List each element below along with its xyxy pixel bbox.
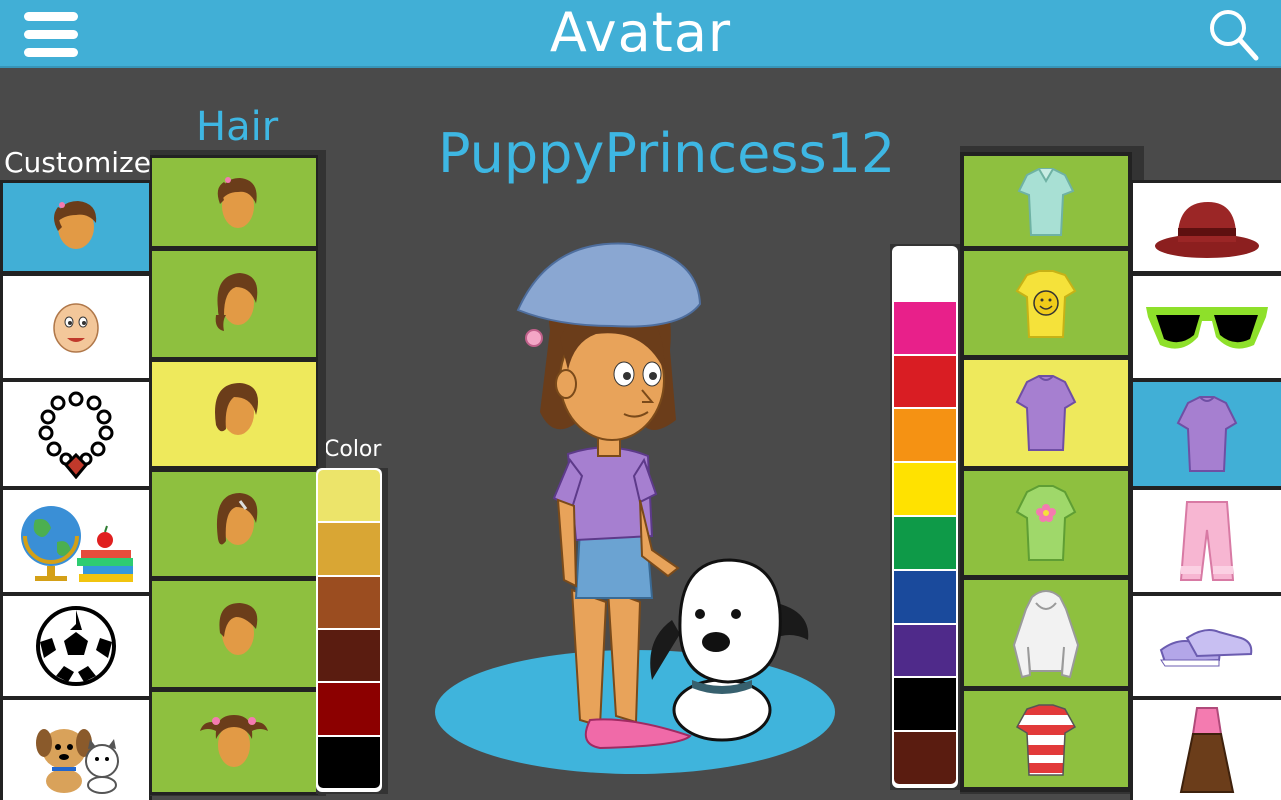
hair-style-with-clip[interactable] (152, 472, 316, 576)
face-icon (53, 303, 99, 353)
category-hair[interactable] (3, 183, 149, 271)
hair-pigtails-icon (200, 715, 268, 767)
hair-style-short[interactable] (152, 581, 316, 687)
flower-tee-icon (1015, 485, 1077, 561)
hair-shoulder-length-icon (215, 273, 258, 331)
hair-style-shoulder-length[interactable] (152, 251, 316, 357)
hair-label: Hair (196, 104, 279, 150)
clothing-color-swatch[interactable] (894, 248, 956, 300)
purple-tee-icon (1015, 375, 1077, 451)
hair-style-bob[interactable] (152, 362, 316, 466)
hair-color-swatch[interactable] (318, 630, 380, 682)
top-bar: Avatar (0, 0, 1281, 68)
hat-icon (1155, 202, 1259, 258)
hair-short-icon (219, 603, 258, 655)
category-shoes[interactable] (1133, 596, 1281, 696)
category-hats[interactable] (1133, 183, 1281, 271)
customize-label: Customize (4, 146, 151, 179)
top-smiley-tee[interactable] (964, 251, 1128, 355)
hair-color-swatch[interactable] (318, 523, 380, 575)
category-sports[interactable] (3, 596, 149, 696)
clothing-color-swatch[interactable] (894, 570, 956, 623)
color-label: Color (324, 437, 382, 462)
clothing-color-swatch[interactable] (894, 301, 956, 354)
hair-color-swatch[interactable] (318, 576, 380, 628)
search-icon[interactable] (1206, 6, 1262, 62)
top-flower-tee[interactable] (964, 471, 1128, 575)
hair-icon (54, 201, 97, 249)
globe-books-icon (21, 506, 133, 582)
top-hoodie[interactable] (964, 580, 1128, 686)
hair-color-swatch[interactable] (318, 683, 380, 735)
top-purple-tee[interactable] (964, 360, 1128, 466)
clothing-color-swatch[interactable] (894, 463, 956, 515)
username-label: PuppyPrincess12 (438, 122, 896, 185)
dress-icon (1179, 707, 1235, 793)
hair-color-swatch[interactable] (318, 470, 380, 522)
category-bottoms[interactable] (1133, 490, 1281, 592)
category-necklace[interactable] (3, 382, 149, 486)
pets-icon (36, 729, 119, 794)
category-pets[interactable] (3, 700, 149, 800)
hair-color-swatch[interactable] (318, 736, 380, 788)
avatar-preview (435, 242, 835, 774)
category-dresses[interactable] (1133, 700, 1281, 800)
clothing-color-swatch[interactable] (894, 409, 956, 462)
shirt-icon (1176, 396, 1238, 472)
clothing-color-swatch[interactable] (894, 732, 956, 784)
striped-tee-icon (1015, 704, 1077, 776)
polo-shirt-icon (1017, 168, 1075, 236)
soccer-ball-icon (36, 606, 116, 686)
clothing-color-swatch[interactable] (894, 517, 956, 569)
category-school[interactable] (3, 490, 149, 592)
clothing-color-swatch[interactable] (894, 678, 956, 731)
sneakers-icon (1159, 629, 1253, 667)
hoodie-icon (1012, 590, 1080, 679)
sunglasses-icon (1146, 307, 1268, 349)
hair-bob-icon (215, 383, 258, 435)
hair-style-pigtails[interactable] (152, 692, 316, 792)
clothing-color-swatch[interactable] (894, 624, 956, 677)
clothing-color-swatch[interactable] (894, 355, 956, 408)
hair-ponytail-icon (217, 177, 257, 228)
hair-style-ponytail[interactable] (152, 158, 316, 246)
necklace-icon (38, 391, 114, 479)
top-polo-shirt[interactable] (964, 156, 1128, 246)
pants-icon (1179, 501, 1235, 581)
page-title: Avatar (549, 1, 732, 64)
hair-clip-icon (216, 493, 258, 545)
smiley-tee-icon (1015, 270, 1077, 338)
top-striped-tee[interactable] (964, 691, 1128, 787)
category-glasses[interactable] (1133, 276, 1281, 378)
category-tops[interactable] (1133, 382, 1281, 486)
category-face[interactable] (3, 276, 149, 378)
